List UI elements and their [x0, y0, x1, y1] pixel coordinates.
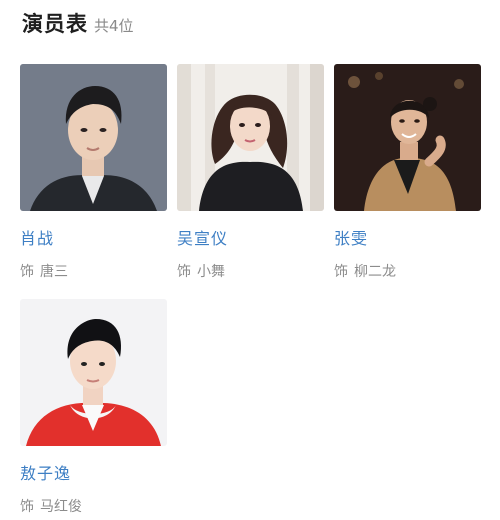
cast-name-3[interactable]: 张雯: [334, 225, 481, 249]
page-title: 演员表: [22, 12, 88, 36]
cast-role-4: 饰 马红俊: [20, 496, 167, 516]
cast-photo-3[interactable]: [334, 64, 481, 211]
role-prefix: 饰: [177, 264, 191, 280]
cast-name-1[interactable]: 肖战: [20, 225, 167, 249]
cast-grid: 肖战 饰 唐三 吴宣仪 饰 小舞 张雯 饰 柳二龙 敖子逸 饰 马红俊: [20, 64, 490, 520]
role-prefix: 饰: [334, 264, 348, 280]
actor-portrait-image: [20, 64, 167, 211]
cast-role-3: 饰 柳二龙: [334, 261, 481, 281]
cast-photo-2[interactable]: [177, 64, 324, 211]
role-prefix: 饰: [20, 264, 34, 280]
cast-name-2[interactable]: 吴宣仪: [177, 225, 324, 249]
actor-portrait-image: [334, 64, 481, 211]
role-name: 柳二龙: [354, 264, 396, 280]
cast-photo-4[interactable]: [20, 299, 167, 446]
cast-role-2: 饰 小舞: [177, 261, 324, 281]
role-name: 唐三: [40, 264, 68, 280]
cast-photo-1[interactable]: [20, 64, 167, 211]
role-name: 小舞: [197, 264, 225, 280]
cast-count: 共4位: [94, 17, 134, 35]
cast-name-4[interactable]: 敖子逸: [20, 460, 167, 484]
cast-card-4[interactable]: 敖子逸 饰 马红俊: [20, 299, 167, 520]
cast-list-page: 演员表 共4位 肖战 饰 唐三 吴宣仪 饰 小舞 张雯 饰 柳二龙 敖子逸 饰 …: [0, 0, 500, 520]
actor-portrait-image: [177, 64, 324, 211]
role-name: 马红俊: [40, 499, 82, 515]
cast-role-1: 饰 唐三: [20, 261, 167, 281]
cast-card-2[interactable]: 吴宣仪 饰 小舞: [177, 64, 324, 299]
cast-card-1[interactable]: 肖战 饰 唐三: [20, 64, 167, 299]
cast-card-3[interactable]: 张雯 饰 柳二龙: [334, 64, 481, 299]
cast-header: 演员表 共4位: [22, 8, 134, 40]
role-prefix: 饰: [20, 499, 34, 515]
actor-portrait-image: [20, 299, 167, 446]
